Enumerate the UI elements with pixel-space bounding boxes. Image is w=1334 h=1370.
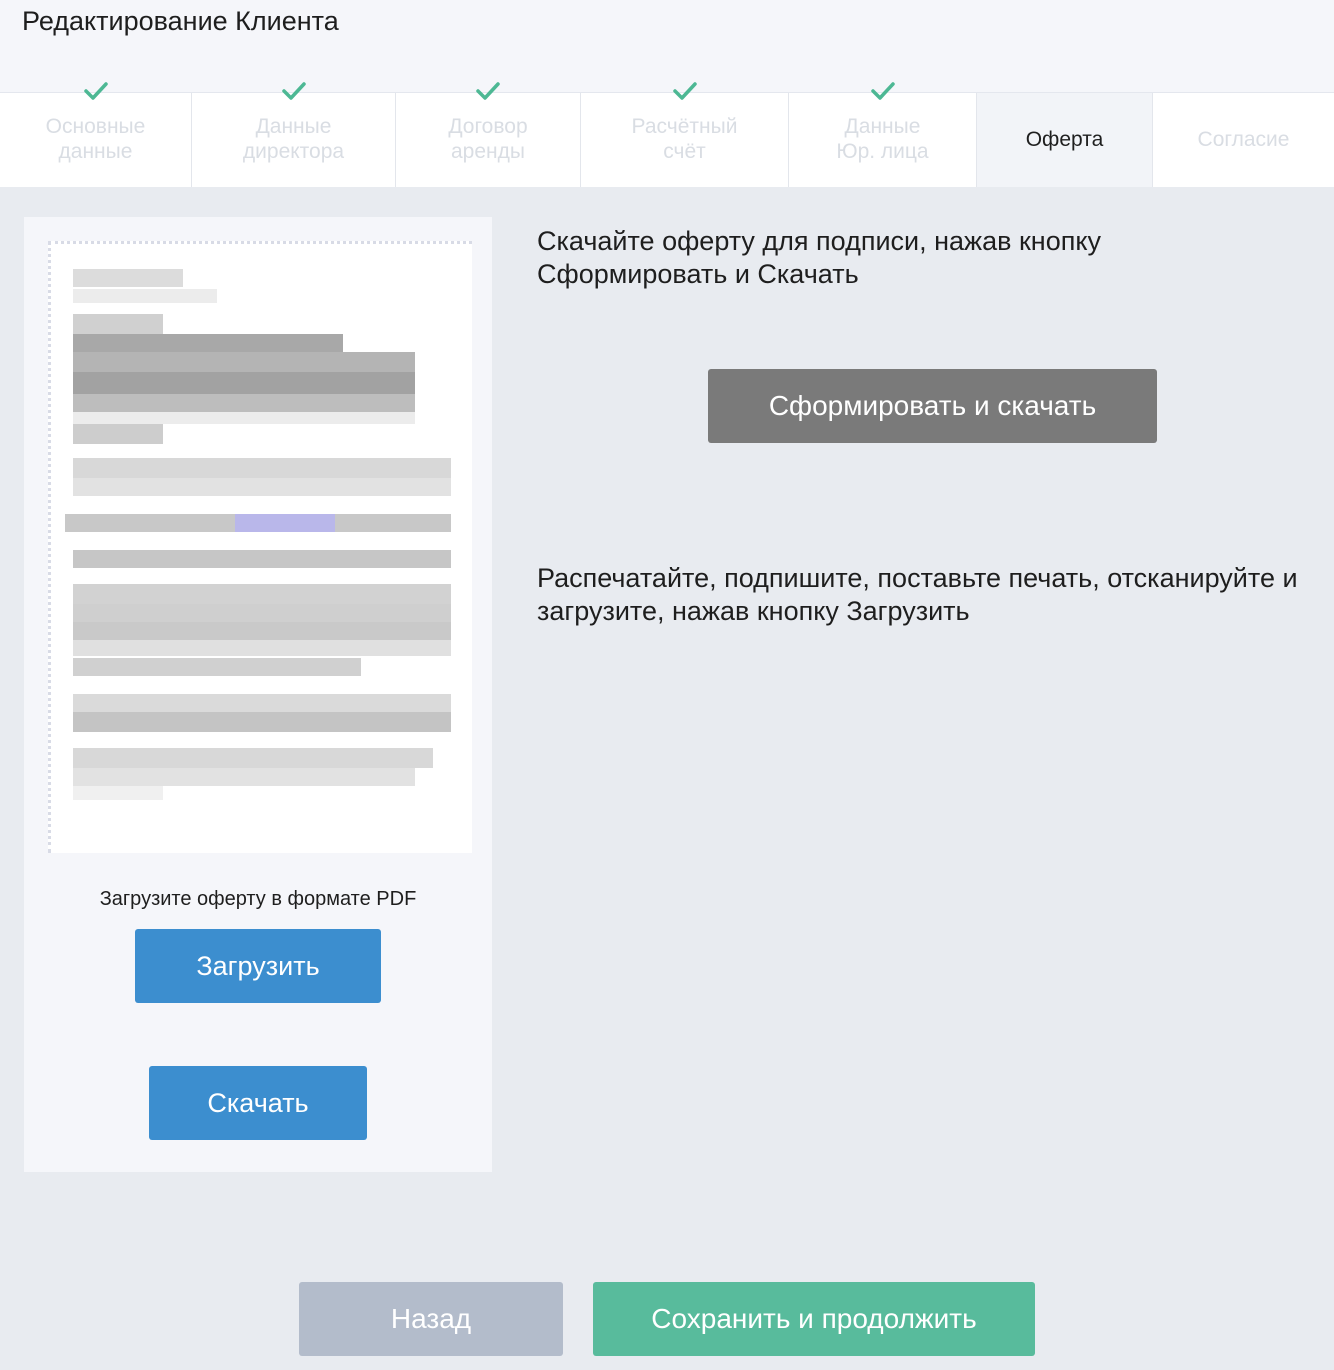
upload-hint: Загрузите оферту в формате PDF bbox=[99, 888, 417, 910]
check-icon bbox=[672, 82, 697, 100]
step-label: Договор аренды bbox=[448, 115, 528, 163]
check-icon bbox=[476, 82, 500, 100]
step-label: Оферта bbox=[1025, 127, 1104, 151]
step-label: Данные Юр. лица bbox=[836, 115, 929, 163]
save-continue-button[interactable]: Сохранить и продолжить bbox=[593, 1282, 1035, 1356]
step-tab-lease-agreement[interactable]: Договор аренды bbox=[396, 82, 581, 187]
download-instruction: Скачайте оферту для подписи, нажав кнопк… bbox=[537, 226, 1101, 289]
generate-download-button[interactable]: Сформировать и скачать bbox=[708, 369, 1157, 443]
step-tab-director-data[interactable]: Данные директора bbox=[192, 82, 396, 187]
step-tab-offer[interactable]: Оферта bbox=[977, 93, 1153, 187]
step-label: Данные директора bbox=[242, 115, 345, 163]
document-preview bbox=[48, 241, 472, 853]
step-tab-legal-entity[interactable]: Данные Юр. лица bbox=[789, 82, 977, 187]
step-tab-basic-data[interactable]: Основные данные bbox=[0, 82, 192, 187]
upload-instruction: Распечатайте, подпишите, поставьте печат… bbox=[537, 563, 1298, 626]
check-icon bbox=[281, 82, 306, 100]
page-title: Редактирование Клиента bbox=[22, 6, 339, 36]
back-button[interactable]: Назад bbox=[299, 1282, 563, 1356]
step-label: Согласие bbox=[1197, 127, 1290, 151]
upload-button[interactable]: Загрузить bbox=[135, 929, 381, 1003]
step-label: Расчётный счёт bbox=[631, 115, 738, 163]
check-icon bbox=[870, 82, 895, 100]
offer-upload-panel: Загрузите оферту в формате PDF Загрузить… bbox=[24, 217, 492, 1172]
step-tab-bank-account[interactable]: Расчётный счёт bbox=[581, 82, 789, 187]
check-icon bbox=[83, 82, 108, 100]
page-header: Редактирование Клиента bbox=[0, 0, 1334, 92]
step-tab-consent[interactable]: Согласие bbox=[1153, 93, 1334, 187]
stepper: Основные данные Данные директора Договор… bbox=[0, 82, 1334, 187]
download-button[interactable]: Скачать bbox=[149, 1066, 367, 1140]
step-label: Основные данные bbox=[45, 115, 146, 163]
